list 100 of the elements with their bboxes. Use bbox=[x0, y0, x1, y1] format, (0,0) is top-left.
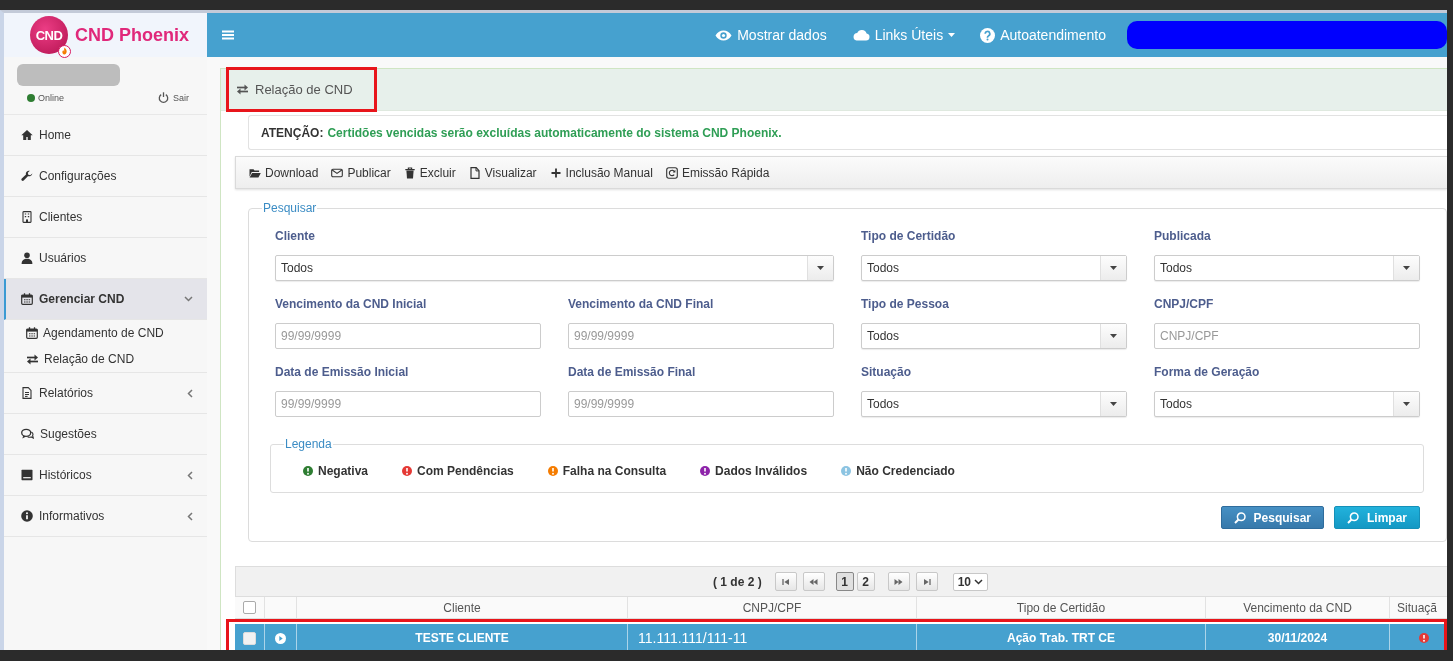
calendar-icon bbox=[26, 327, 38, 339]
sidebar-item[interactable]: Clientes bbox=[4, 197, 207, 238]
caret-icon bbox=[1110, 402, 1117, 406]
refresh-icon bbox=[665, 166, 678, 179]
alert-message: Certidões vencidas serão excluídas automaticamente do sistema CND Phoenix. bbox=[327, 125, 782, 140]
next-page-icon bbox=[894, 577, 904, 586]
sidebar-item[interactable]: Informativos bbox=[4, 496, 207, 537]
sidebar-item[interactable]: Sugestões bbox=[4, 414, 207, 455]
table-cell: 11.111.111/111-11 bbox=[628, 624, 917, 650]
last-page-icon bbox=[922, 577, 931, 586]
column-header: Vencimento da CND bbox=[1206, 597, 1390, 618]
select-field[interactable]: Todos bbox=[861, 391, 1127, 417]
field-label: Tipo de Pessoa bbox=[861, 296, 950, 312]
sidebar-item[interactable]: Gerenciar CND bbox=[4, 279, 207, 320]
chevron-left-icon bbox=[187, 470, 193, 480]
input-field[interactable]: CNPJ/CPF bbox=[1154, 323, 1420, 349]
search-button[interactable]: Pesquisar bbox=[1220, 506, 1324, 529]
field-label: Tipo de Certidão bbox=[861, 228, 957, 244]
submenu-item[interactable]: Agendamento de CND bbox=[4, 320, 207, 346]
caret-icon bbox=[817, 266, 824, 270]
toolbar-button[interactable]: Excluir bbox=[403, 165, 456, 180]
field-label: Vencimento da CND Inicial bbox=[275, 296, 428, 312]
page-info: ( 1 de 2 ) bbox=[712, 574, 762, 589]
chevron-down-icon bbox=[974, 578, 983, 585]
exchange-arrows-icon bbox=[236, 84, 249, 95]
page-button[interactable]: 1 bbox=[835, 572, 854, 591]
toolbar-button[interactable]: Visualizar bbox=[468, 165, 537, 180]
next-page-button[interactable] bbox=[887, 572, 910, 591]
file-icon bbox=[468, 166, 481, 179]
speech-bubbles-icon bbox=[21, 428, 34, 440]
sidebar-item[interactable]: Home bbox=[4, 115, 207, 156]
first-page-button[interactable] bbox=[774, 572, 797, 591]
previous-page-button[interactable] bbox=[802, 572, 825, 591]
building-icon bbox=[21, 211, 33, 223]
field-label: Data de Emissão Final bbox=[568, 364, 697, 380]
section-legend: Legenda bbox=[284, 437, 333, 451]
folder-icon bbox=[249, 166, 261, 179]
calendar-icon bbox=[21, 293, 33, 305]
sidebar-item[interactable]: Configurações bbox=[4, 156, 207, 197]
caret-icon bbox=[1110, 266, 1117, 270]
plus-icon bbox=[549, 166, 562, 179]
chevron-left-icon bbox=[187, 511, 193, 521]
toolbar-button[interactable]: Inclusão Manual bbox=[549, 165, 653, 180]
status-text: Online bbox=[38, 92, 64, 103]
legend-label: Dados Inválidos bbox=[715, 463, 808, 479]
cloud-icon bbox=[851, 29, 870, 41]
table-cell: 30/11/2024 bbox=[1206, 624, 1390, 650]
column-header: Cliente bbox=[297, 597, 628, 618]
chevron-left-icon bbox=[187, 388, 193, 398]
input-field[interactable]: 99/99/9999 bbox=[275, 391, 541, 417]
sidebar-item[interactable]: Históricos bbox=[4, 455, 207, 496]
toolbar-button[interactable]: Emissão Rápida bbox=[665, 165, 770, 180]
legend-label: Negativa bbox=[318, 463, 369, 479]
toolbar-button[interactable]: Publicar bbox=[331, 165, 391, 180]
table-cell: Ação Trab. TRT CE bbox=[917, 624, 1206, 650]
last-page-button[interactable] bbox=[915, 572, 938, 591]
play-circle-icon[interactable] bbox=[275, 632, 286, 644]
first-page-icon bbox=[781, 577, 790, 586]
caret-icon bbox=[1403, 266, 1410, 270]
select-field[interactable]: Todos bbox=[1154, 255, 1420, 281]
field-label: CNPJ/CPF bbox=[1154, 296, 1215, 312]
caret-icon bbox=[1110, 334, 1117, 338]
select-field[interactable]: Todos bbox=[861, 255, 1127, 281]
alert-label: ATENÇÃO: bbox=[261, 125, 324, 140]
select-field[interactable]: Todos bbox=[1154, 391, 1420, 417]
field-label: Situação bbox=[861, 364, 912, 380]
wrench-icon bbox=[21, 170, 33, 182]
field-label: Publicada bbox=[1154, 228, 1212, 244]
field-label: Data de Emissão Inicial bbox=[275, 364, 410, 380]
envelope-icon bbox=[331, 166, 344, 179]
info-icon bbox=[21, 510, 33, 522]
menu-icon[interactable] bbox=[222, 30, 234, 40]
legend-label: Falha na Consulta bbox=[562, 463, 667, 479]
page-button[interactable]: 2 bbox=[856, 572, 875, 591]
select-field[interactable]: Todos bbox=[275, 255, 834, 281]
logout-button[interactable]: Sair bbox=[158, 92, 189, 103]
legend-label: Com Pendências bbox=[417, 463, 514, 479]
section-legend: Pesquisar bbox=[262, 201, 318, 215]
sidebar-item[interactable]: Relatórios bbox=[4, 373, 207, 414]
field-label: Vencimento da CND Final bbox=[568, 296, 715, 312]
table-cell: TESTE CLIENTE bbox=[297, 624, 628, 650]
help-icon bbox=[980, 27, 996, 43]
submenu-item[interactable]: Relação de CND bbox=[4, 346, 207, 372]
input-field[interactable]: 99/99/9999 bbox=[275, 323, 541, 349]
input-field[interactable]: 99/99/9999 bbox=[568, 323, 834, 349]
input-field[interactable]: 99/99/9999 bbox=[568, 391, 834, 417]
select-field[interactable]: Todos bbox=[861, 323, 1127, 349]
user-icon bbox=[21, 252, 33, 264]
chevron-down-icon bbox=[184, 296, 193, 302]
column-header: Situaçã bbox=[1396, 599, 1439, 617]
column-header: CNPJ/CPF bbox=[628, 597, 917, 618]
toolbar-button[interactable]: Download bbox=[249, 165, 319, 180]
exchange-arrows-icon bbox=[26, 353, 39, 365]
previous-page-icon bbox=[809, 577, 819, 586]
home-icon bbox=[21, 129, 33, 141]
trash-icon bbox=[403, 166, 416, 179]
document-icon bbox=[21, 387, 33, 399]
page-size-select[interactable]: 10 bbox=[952, 572, 988, 591]
legend-label: Não Credenciado bbox=[856, 463, 955, 479]
checkbox[interactable] bbox=[243, 601, 256, 614]
